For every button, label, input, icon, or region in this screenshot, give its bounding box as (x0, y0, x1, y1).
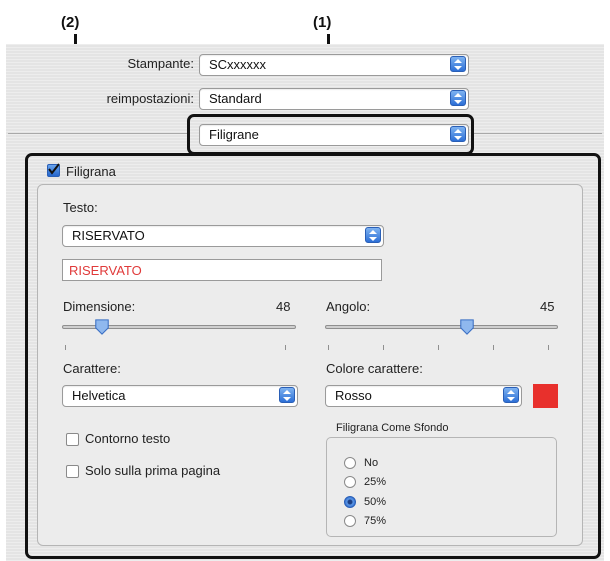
size-value: 48 (276, 299, 291, 314)
angle-slider-tick (493, 345, 494, 350)
background-radio-no[interactable] (344, 457, 356, 469)
angle-slider-knob[interactable] (459, 319, 475, 335)
presets-popup[interactable]: Standard (199, 88, 469, 110)
first-page-only-label: Solo sulla prima pagina (85, 463, 221, 478)
separator-right (473, 133, 602, 134)
font-color-swatch[interactable] (533, 384, 558, 408)
watermark-checkbox-label: Filigrana (66, 164, 116, 179)
angle-value: 45 (540, 299, 555, 314)
callout-1-label: (1) (313, 14, 332, 31)
panel-selector-popup[interactable]: Filigrane (199, 124, 469, 146)
text-popup-value: RISERVATO (72, 228, 145, 243)
angle-slider-tick (548, 345, 549, 350)
size-label: Dimensione: (63, 299, 136, 314)
angle-label: Angolo: (326, 299, 371, 314)
popup-arrows-icon (450, 126, 466, 142)
font-label: Carattere: (63, 361, 121, 376)
presets-value: Standard (209, 91, 262, 106)
angle-slider-tick (438, 345, 439, 350)
separator-left (8, 133, 188, 134)
text-label: Testo: (63, 200, 98, 215)
text-outline-label: Contorno testo (85, 431, 171, 446)
callout-2-label: (2) (61, 14, 80, 31)
font-color-popup[interactable]: Rosso (325, 385, 522, 407)
background-radio-25-label: 25% (364, 476, 387, 488)
font-color-label: Colore carattere: (326, 361, 423, 376)
popup-arrows-icon (365, 227, 381, 243)
angle-slider-track[interactable] (325, 325, 558, 329)
watermark-checkbox[interactable] (47, 163, 60, 177)
angle-slider-tick (328, 345, 329, 350)
background-radio-no-label: No (364, 457, 379, 469)
text-outline-checkbox[interactable] (66, 433, 79, 446)
popup-arrows-icon (503, 387, 519, 403)
background-radio-50[interactable] (344, 496, 356, 508)
background-group-title: Filigrana Come Sfondo (336, 422, 449, 434)
size-slider-tick (285, 345, 286, 350)
printer-popup[interactable]: SCxxxxxx (199, 54, 469, 76)
font-popup[interactable]: Helvetica (62, 385, 298, 407)
checkmark-icon (48, 163, 60, 175)
watermark-text-value: RISERVATO (69, 263, 142, 278)
background-radio-50-label: 50% (364, 496, 387, 508)
font-color-value: Rosso (335, 388, 372, 403)
background-radio-75-label: 75% (364, 515, 387, 527)
popup-arrows-icon (450, 56, 466, 72)
text-popup[interactable]: RISERVATO (62, 225, 384, 247)
presets-label: reimpostazioni: (106, 91, 194, 106)
popup-arrows-icon (279, 387, 295, 403)
printer-label: Stampante: (127, 56, 195, 71)
size-slider-knob[interactable] (94, 319, 110, 335)
popup-arrows-icon (450, 90, 466, 106)
watermark-text-field[interactable]: RISERVATO (62, 259, 382, 281)
background-radio-75[interactable] (344, 515, 356, 527)
printer-value: SCxxxxxx (209, 57, 267, 72)
background-radio-25[interactable] (344, 476, 356, 488)
first-page-only-checkbox[interactable] (66, 465, 79, 478)
size-slider-tick (65, 345, 66, 350)
angle-slider-tick (383, 345, 384, 350)
font-value: Helvetica (72, 388, 126, 403)
background-group-box (326, 437, 557, 537)
panel-selector-value: Filigrane (209, 127, 259, 142)
